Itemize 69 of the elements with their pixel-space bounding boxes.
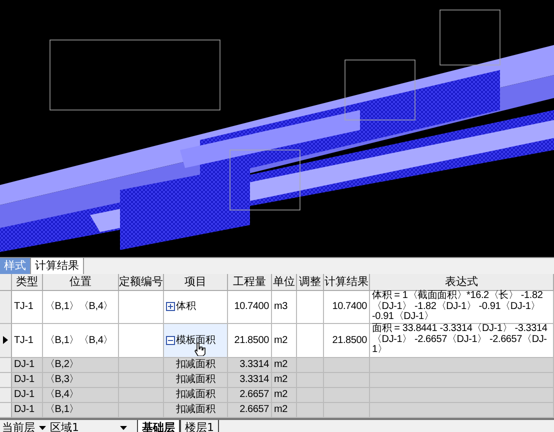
table-cell: 3.3314 [228, 372, 272, 388]
column-header[interactable]: 调整 [297, 274, 324, 291]
table-cell [324, 402, 370, 418]
table-cell: 2.6657 [228, 388, 272, 402]
table-cell [324, 372, 370, 388]
corner-header [0, 274, 12, 291]
tab[interactable]: 计算结果 [31, 258, 84, 274]
floor-tab[interactable]: 基础层 [137, 420, 180, 432]
table-cell [119, 358, 164, 372]
table-cell: 模板面积 [164, 324, 228, 358]
table-cell: 〈B,1〉〈B,4〉 [43, 291, 119, 324]
dropdown-arrow-icon[interactable] [39, 426, 46, 430]
table-cell: 扣减面积 [164, 358, 228, 372]
table-cell: TJ-1 [12, 324, 43, 358]
table-cell [119, 291, 164, 324]
table-cell [119, 324, 164, 358]
table-cell: DJ-1 [12, 402, 43, 418]
table-cell: 〈B,1〉 [43, 402, 119, 418]
table-cell: DJ-1 [12, 372, 43, 388]
table-cell: m2 [272, 388, 297, 402]
table-cell: 10.7400 [324, 291, 370, 324]
table-cell [297, 358, 324, 372]
table-cell: m2 [272, 324, 297, 358]
table-cell: 〈B,4〉 [43, 388, 119, 402]
table-cell [324, 388, 370, 402]
current-row-icon [3, 336, 8, 344]
table-cell: 〈B,2〉 [43, 358, 119, 372]
table-cell: m2 [272, 402, 297, 418]
column-header[interactable]: 定额编号 [119, 274, 164, 291]
table-cell [297, 402, 324, 418]
collapse-icon[interactable] [166, 336, 175, 344]
column-header[interactable]: 类型 [12, 274, 43, 291]
table-cell: 3.3314 [228, 358, 272, 372]
table-cell [119, 388, 164, 402]
table-cell: 〈B,1〉〈B,4〉 [43, 324, 119, 358]
table-cell: DJ-1 [12, 358, 43, 372]
floor-tab[interactable]: 楼层1 [180, 420, 219, 432]
table-cell: 扣减面积 [164, 402, 228, 418]
table-cell [324, 358, 370, 372]
table-cell [297, 372, 324, 388]
table-cell: 〈B,3〉 [43, 372, 119, 388]
table-cell: 扣减面积 [164, 372, 228, 388]
table-cell: 体积 [164, 291, 228, 324]
table-cell [119, 402, 164, 418]
column-header[interactable]: 工程量 [228, 274, 272, 291]
column-header[interactable]: 项目 [164, 274, 228, 291]
column-header[interactable]: 单位 [272, 274, 297, 291]
row-header[interactable] [0, 324, 12, 358]
table-cell: 10.7400 [228, 291, 272, 324]
table-cell: m2 [272, 372, 297, 388]
table-cell: 2.6657 [228, 402, 272, 418]
expand-icon[interactable] [166, 302, 175, 312]
table-cell [119, 372, 164, 388]
table-cell: m2 [272, 358, 297, 372]
table-cell [297, 324, 324, 358]
table-cell: 21.8500 [324, 324, 370, 358]
table-cell: TJ-1 [12, 291, 43, 324]
table-cell: 21.8500 [228, 324, 272, 358]
table-cell [297, 388, 324, 402]
table-cell: 体积 = 1〈截面面积〉*16.2〈长〉 -1.82〈DJ-1〉 -1.82〈DJ-1〉 -0.91〈DJ-1〉 -0.91〈DJ-1〉 [370, 291, 554, 324]
column-header[interactable]: 计算结果 [324, 274, 370, 291]
column-header[interactable]: 位置 [43, 274, 119, 291]
table-cell: m3 [272, 291, 297, 324]
table-cell: DJ-1 [12, 388, 43, 402]
column-header[interactable]: 表达式 [370, 274, 554, 291]
table-cell: 扣减面积 [164, 388, 228, 402]
dropdown-arrow-icon[interactable] [120, 426, 127, 430]
table-cell [297, 291, 324, 324]
table-cell: 面积 = 33.8441 -3.3314〈DJ-1〉 -3.3314〈DJ-1〉 -2.6657〈DJ-1〉 -2.6657〈DJ-1〉 [370, 324, 554, 358]
